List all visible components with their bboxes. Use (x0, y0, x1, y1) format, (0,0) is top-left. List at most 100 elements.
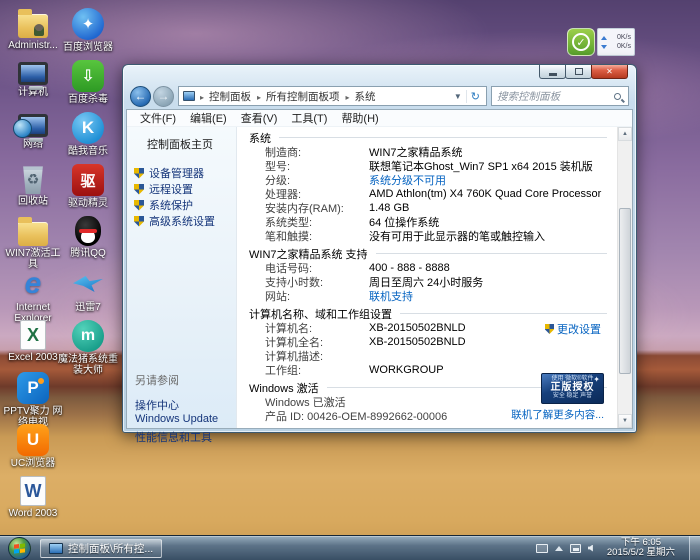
icon-glyph: 驱 (80, 170, 95, 191)
info-row: 分级: 系统分级不可用 (237, 173, 617, 187)
desktop-icon[interactable]: m 魔法猪系统重装大师 (57, 320, 119, 372)
desktop-icon-label: 百度浏览器 (63, 42, 113, 53)
desktop-icon-image (18, 114, 48, 137)
desktop-icon-image: ♻ (20, 164, 46, 194)
info-row: 笔和触摸: 没有可用于此显示器的笔或触控输入 (237, 229, 617, 243)
start-button[interactable] (8, 537, 31, 560)
desktop-icon-label: Word 2003 (9, 508, 58, 519)
breadcrumb: 控制面板所有控制面板项系统 (195, 89, 377, 104)
desktop-icon[interactable]: X Excel 2003 (2, 320, 64, 372)
uac-shield-icon (134, 216, 144, 227)
genuine-microsoft-badge[interactable]: 使用 微软®软件 正版授权 安全 稳定 声誉 ✦ (541, 373, 604, 404)
taskbar-button-label: 控制面板\所有控... (68, 541, 153, 556)
caption-buttons: ✕ (540, 65, 628, 79)
uac-shield-icon (545, 324, 554, 334)
field-value[interactable]: 系统分级不可用 (369, 172, 446, 188)
network-tray-icon[interactable] (570, 544, 581, 553)
desktop-icon-image: P (17, 372, 49, 404)
search-icon (614, 93, 621, 100)
icon-glyph: e (25, 267, 42, 301)
see-also-link[interactable]: 性能信息和工具 (135, 429, 236, 445)
sidebar-task-label: 高级系统设置 (149, 213, 215, 229)
learn-more-online-link[interactable]: 联机了解更多内容... (511, 407, 604, 422)
taskbar-button-control-panel[interactable]: 控制面板\所有控... (40, 539, 162, 558)
breadcrumb-item[interactable]: 系统 (341, 89, 377, 104)
close-button[interactable]: ✕ (591, 65, 628, 79)
desktop-icon-label: 魔法猪系统重装大师 (57, 354, 119, 376)
menu-item[interactable]: 工具(T) (284, 110, 334, 126)
breadcrumb-item[interactable]: 所有控制面板项 (252, 89, 341, 104)
sidebar-task-link[interactable]: 系统保护 (127, 197, 236, 213)
desktop-icon[interactable]: ⇩ 百度杀毒 (57, 60, 119, 112)
sidebar-item-control-panel-home[interactable]: 控制面板主页 (127, 136, 236, 152)
show-desktop-button[interactable] (689, 536, 700, 560)
desktop-icon[interactable]: U UC浏览器 (2, 424, 64, 476)
address-bar[interactable]: 控制面板所有控制面板项系统 ▼ ↻ (178, 86, 487, 106)
sidebar-task-link[interactable]: 远程设置 (127, 181, 236, 197)
forward-button[interactable]: → (153, 86, 174, 107)
window-titlebar[interactable]: ✕ (123, 65, 636, 83)
desktop-icon-image (72, 268, 104, 300)
desktop-icon[interactable]: 计算机 (2, 60, 64, 112)
computer-name-section-rows: 计算机名: XB-20150502BNLD 更改设置 计算机全名: XB-201… (237, 321, 617, 377)
menu-item[interactable]: 编辑(E) (183, 110, 234, 126)
uac-shield-icon (134, 168, 144, 179)
desktop-icon[interactable]: e Internet Explorer (2, 268, 64, 320)
scroll-down-arrow[interactable]: ▼ (618, 414, 632, 428)
menu-item[interactable]: 文件(F) (133, 110, 183, 126)
desktop-icon[interactable]: ♻ 回收站 (2, 164, 64, 216)
minimize-button[interactable] (539, 65, 566, 79)
volume-tray-icon[interactable] (588, 545, 593, 552)
icon-glyph: ♻ (27, 171, 40, 188)
desktop-icon[interactable]: K 酷我音乐 (57, 112, 119, 164)
field-value[interactable]: 联机支持 (369, 288, 413, 304)
download-speed: 0K/s (617, 42, 631, 51)
back-button[interactable]: ← (130, 86, 151, 107)
sidebar-task-link[interactable]: 设备管理器 (127, 165, 236, 181)
desktop-icon[interactable]: ✦ 百度浏览器 (57, 8, 119, 60)
see-also-link[interactable]: 操作中心 (135, 397, 236, 413)
desktop-icon[interactable]: 网络 (2, 112, 64, 164)
search-box[interactable]: 搜索控制面板 (491, 86, 629, 106)
icon-glyph: X (27, 325, 39, 346)
desktop-icon[interactable]: W Word 2003 (2, 476, 64, 528)
desktop-icon-image (75, 216, 101, 246)
menu-item[interactable]: 查看(V) (234, 110, 285, 126)
desktop-icon-image: X (20, 320, 46, 350)
desktop-icon-label: 驱动精灵 (68, 198, 108, 209)
desktop-icon[interactable]: 驱 驱动精灵 (57, 164, 119, 216)
desktop-icon[interactable]: Administr... (2, 8, 64, 60)
scrollbar-thumb[interactable] (619, 208, 631, 374)
search-placeholder: 搜索控制面板 (497, 89, 614, 104)
sidebar-task-link[interactable]: 高级系统设置 (127, 213, 236, 229)
see-also-link[interactable]: Windows Update (135, 413, 236, 429)
desktop-icon[interactable]: 迅雷7 (57, 268, 119, 320)
net-speed-panel[interactable]: 0K/s 0K/s (597, 28, 635, 56)
input-method-icon[interactable] (536, 544, 548, 553)
uac-shield-icon (134, 200, 144, 211)
desktop-icon[interactable]: P PPTV聚力 网络电视 (2, 372, 64, 424)
field-value: XB-20150502BNLD (369, 336, 466, 348)
maximize-button[interactable] (565, 65, 592, 79)
desktop-icon-image: e (17, 268, 49, 300)
menu-item[interactable]: 帮助(H) (334, 110, 385, 126)
vertical-scrollbar[interactable]: ▲ ▼ (617, 127, 632, 428)
menu-bar: 文件(F)编辑(E)查看(V)工具(T)帮助(H) (127, 110, 632, 127)
taskbar-clock[interactable]: 下午 6:05 2015/5/2 星期六 (600, 538, 682, 559)
scroll-up-arrow[interactable]: ▲ (618, 127, 632, 141)
info-row: 制造商: WIN7之家精品系统 (237, 145, 617, 159)
desktop-icon[interactable]: 腾讯QQ (57, 216, 119, 268)
security-check-icon[interactable]: ✓ (567, 28, 595, 56)
sidebar: 控制面板主页 设备管理器 远程设置 (127, 127, 237, 428)
show-hidden-icons-arrow[interactable] (555, 546, 563, 551)
checkmark-icon: ✓ (572, 33, 590, 51)
field-value: AMD Athlon(tm) X4 760K Quad Core Process… (369, 188, 601, 200)
refresh-icon[interactable]: ↻ (466, 90, 484, 103)
address-bar-tools: ▼ ↻ (450, 90, 484, 103)
address-dropdown-icon[interactable]: ▼ (450, 92, 466, 101)
desktop-icon[interactable]: WIN7激活工具 (2, 216, 64, 268)
info-row: 支持小时数: 周日至周六 24小时服务 (237, 275, 617, 289)
section-divider (279, 137, 607, 138)
field-label: 网站: (265, 288, 369, 304)
breadcrumb-item[interactable]: 控制面板 (195, 89, 252, 104)
